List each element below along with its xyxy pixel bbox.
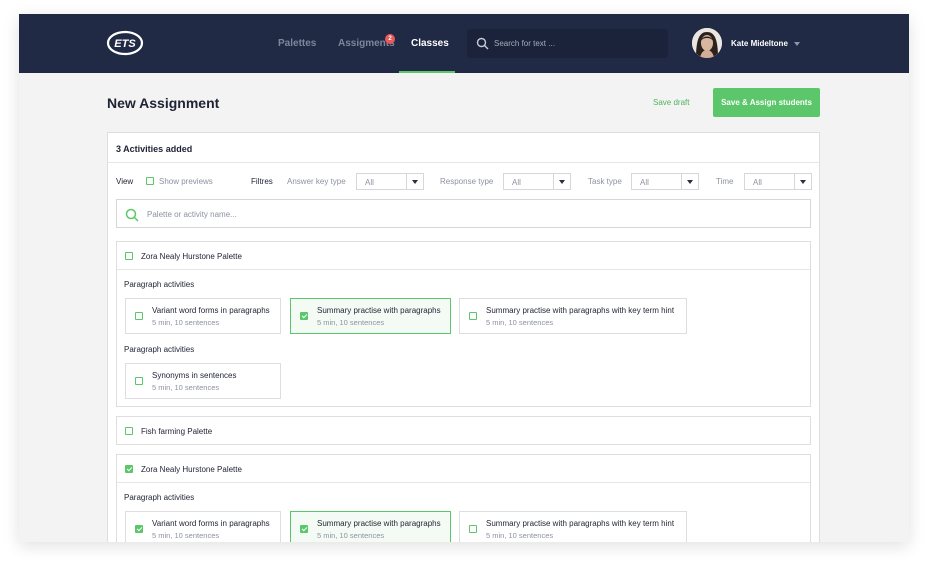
select-value: All xyxy=(640,178,649,187)
activity-title: Summary practise with paragraphs xyxy=(317,306,441,315)
app-window: ETS Palettes Assigments 2 Classes Search… xyxy=(19,14,909,542)
activity-checkbox[interactable] xyxy=(469,312,477,320)
task-type-label: Task type xyxy=(588,177,622,186)
palette-search-placeholder: Palette or activity name... xyxy=(147,210,237,219)
activity-item[interactable]: Summary practise with paragraphs 5 min, … xyxy=(290,511,451,542)
palette-header[interactable]: Zora Nealy Hurstone Palette xyxy=(117,455,810,483)
activity-item[interactable]: Variant word forms in paragraphs 5 min, … xyxy=(125,511,281,542)
activity-meta: 5 min, 10 sentences xyxy=(152,318,220,327)
activity-title: Synonyms in sentences xyxy=(152,371,237,380)
activity-title: Variant word forms in paragraphs xyxy=(152,306,270,315)
palette-name: Zora Nealy Hurstone Palette xyxy=(141,465,242,474)
avatar-image xyxy=(692,28,722,58)
activity-item[interactable]: Synonyms in sentences 5 min, 10 sentence… xyxy=(125,363,281,399)
activity-meta: 5 min, 10 sentences xyxy=(317,531,385,540)
activity-meta: 5 min, 10 sentences xyxy=(317,318,385,327)
chevron-down-icon[interactable] xyxy=(553,174,570,189)
activity-item[interactable]: Summary practise with paragraphs with ke… xyxy=(459,298,687,334)
user-avatar[interactable] xyxy=(692,28,722,58)
activity-meta: 5 min, 10 sentences xyxy=(152,531,220,540)
palette-name: Fish farming Palette xyxy=(141,427,213,436)
tab-classes[interactable]: Classes xyxy=(411,38,449,49)
activity-title: Summary practise with paragraphs with ke… xyxy=(486,306,675,315)
tab-palettes[interactable]: Palettes xyxy=(278,38,316,49)
time-label: Time xyxy=(716,177,734,186)
save-assign-button[interactable]: Save & Assign students xyxy=(713,88,820,117)
chevron-down-icon[interactable] xyxy=(794,42,800,46)
palette-search-input[interactable]: Palette or activity name... xyxy=(116,199,811,228)
active-tab-indicator xyxy=(399,71,455,73)
show-previews-label: Show previews xyxy=(159,177,213,186)
palette-name: Zora Nealy Hurstone Palette xyxy=(141,252,242,261)
page-title: New Assignment xyxy=(107,95,220,111)
activity-checkbox[interactable] xyxy=(300,312,308,320)
activity-checkbox[interactable] xyxy=(300,525,308,533)
select-value: All xyxy=(753,178,762,187)
filters-label: Filtres xyxy=(251,177,273,186)
palette-checkbox[interactable] xyxy=(125,252,133,260)
show-previews-checkbox[interactable] xyxy=(146,177,154,185)
logo-text: ETS xyxy=(114,38,136,50)
activity-title: Summary practise with paragraphs xyxy=(317,519,441,528)
palette-group: Fish farming Palette xyxy=(116,416,811,445)
section-label: Paragraph activities xyxy=(124,280,195,289)
top-navbar: ETS Palettes Assigments 2 Classes Search… xyxy=(19,14,909,73)
search-placeholder: Search for text ... xyxy=(494,39,555,48)
answer-key-type-label: Answer key type xyxy=(287,177,346,186)
palette-group: Zora Nealy Hurstone Palette Paragraph ac… xyxy=(116,454,811,542)
section-label: Paragraph activities xyxy=(124,493,195,502)
view-label: View xyxy=(116,177,134,186)
activity-title: Summary practise with paragraphs with ke… xyxy=(486,519,675,528)
select-value: All xyxy=(512,178,521,187)
activity-checkbox[interactable] xyxy=(135,377,143,385)
chevron-down-icon[interactable] xyxy=(406,174,423,189)
activity-checkbox[interactable] xyxy=(469,525,477,533)
user-name[interactable]: Kate Mideltone xyxy=(731,39,788,48)
answer-key-type-select[interactable]: All xyxy=(356,173,424,190)
ets-logo[interactable]: ETS xyxy=(106,30,144,56)
activity-item[interactable]: Summary practise with paragraphs with ke… xyxy=(459,511,687,542)
activity-meta: 5 min, 10 sentences xyxy=(152,383,220,392)
activity-item[interactable]: Variant word forms in paragraphs 5 min, … xyxy=(125,298,281,334)
search-icon xyxy=(125,208,139,222)
response-type-select[interactable]: All xyxy=(503,173,571,190)
activities-count-title: 3 Activities added xyxy=(116,144,193,154)
select-value: All xyxy=(365,178,374,187)
search-icon xyxy=(476,37,489,50)
card-header: 3 Activities added xyxy=(108,133,819,163)
palette-header[interactable]: Zora Nealy Hurstone Palette xyxy=(117,242,810,270)
response-type-label: Response type xyxy=(440,177,494,186)
chevron-down-icon[interactable] xyxy=(681,174,698,189)
activity-item[interactable]: Summary practise with paragraphs 5 min, … xyxy=(290,298,451,334)
activities-card: 3 Activities added View Show previews Fi… xyxy=(107,132,820,542)
palette-checkbox[interactable] xyxy=(125,465,133,473)
notification-badge: 2 xyxy=(385,34,395,44)
activity-checkbox[interactable] xyxy=(135,312,143,320)
palette-checkbox[interactable] xyxy=(125,427,133,435)
palette-group: Zora Nealy Hurstone Palette Paragraph ac… xyxy=(116,241,811,407)
chevron-down-icon[interactable] xyxy=(794,174,811,189)
activity-title: Variant word forms in paragraphs xyxy=(152,519,270,528)
activity-checkbox[interactable] xyxy=(135,525,143,533)
time-select[interactable]: All xyxy=(744,173,812,190)
section-label: Paragraph activities xyxy=(124,345,195,354)
global-search-input[interactable]: Search for text ... xyxy=(467,29,668,58)
activity-meta: 5 min, 10 sentences xyxy=(486,318,554,327)
palette-header[interactable]: Fish farming Palette xyxy=(117,417,810,445)
task-type-select[interactable]: All xyxy=(631,173,699,190)
activity-meta: 5 min, 10 sentences xyxy=(486,531,554,540)
save-draft-link[interactable]: Save draft xyxy=(653,98,689,107)
